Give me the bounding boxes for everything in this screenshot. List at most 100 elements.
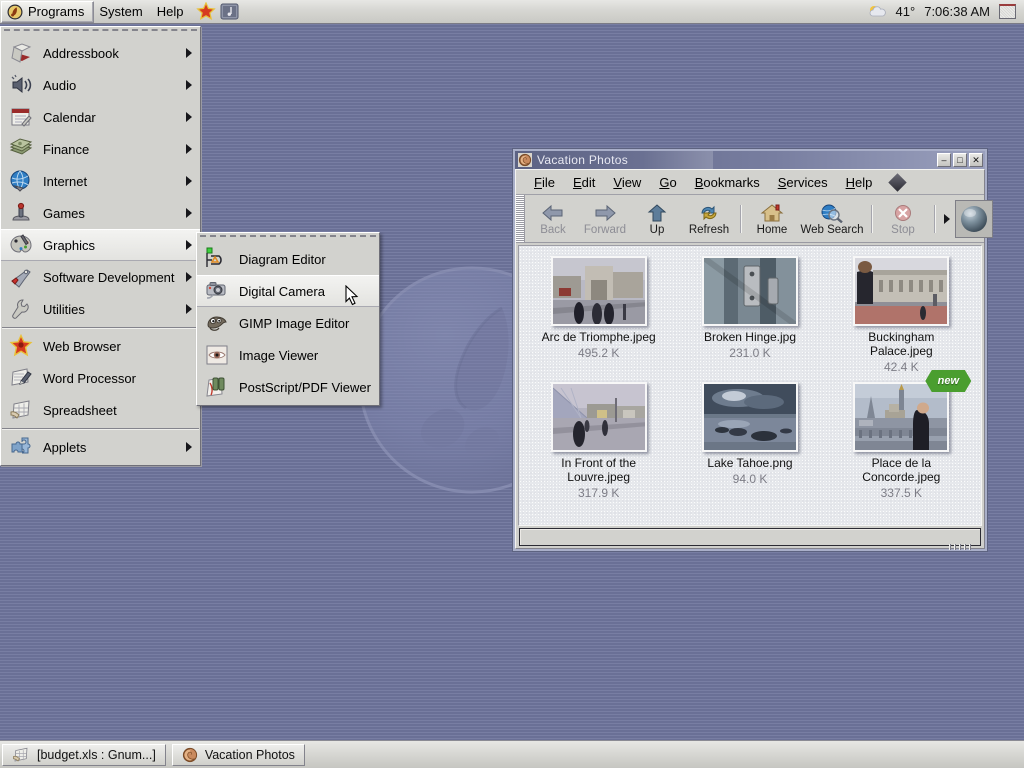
menubar-item-help[interactable]: Help [837, 173, 882, 192]
file-manager-window[interactable]: Vacation Photos – □ ✕ FFileile Edit View… [512, 148, 988, 552]
file-name: Lake Tahoe.png [707, 456, 792, 470]
menu-separator [2, 327, 199, 328]
submenu-arrow-icon [186, 304, 192, 314]
nautilus-logo-button[interactable] [955, 200, 993, 238]
window-resize-grip[interactable] [949, 544, 973, 550]
submenu-item-label: Diagram Editor [239, 252, 375, 267]
menu-item-label: Addressbook [43, 46, 176, 61]
software-dev-icon [9, 265, 33, 289]
home-icon [760, 203, 784, 223]
thumbnail-broken-hinge [702, 256, 798, 326]
programs-main-menu[interactable]: Addressbook Audio Calendar Finance [0, 26, 201, 466]
window-titlebar[interactable]: Vacation Photos – □ ✕ [515, 151, 985, 169]
tasklist-applet-icon[interactable] [999, 4, 1016, 19]
menubar-item-services[interactable]: Services [769, 173, 837, 192]
toolbar-overflow-arrow-icon[interactable] [944, 214, 950, 224]
system-menu-button[interactable]: System [94, 1, 151, 23]
submenu-item-image-viewer[interactable]: Image Viewer [197, 339, 379, 371]
refresh-button[interactable]: Refresh [683, 201, 735, 236]
home-button[interactable]: Home [746, 201, 798, 236]
menu-item-label: Calendar [43, 110, 176, 125]
diagram-editor-icon [205, 247, 229, 271]
sound-monitor-icon[interactable] [220, 2, 239, 21]
menubar-item-bookmarks[interactable]: Bookmarks [686, 173, 769, 192]
digital-camera-icon [205, 279, 229, 303]
menu-item-audio[interactable]: Audio [1, 69, 200, 101]
nautilus-icon [182, 747, 198, 763]
programs-menu-button[interactable]: Programs [1, 1, 94, 23]
task-button-vacation-photos[interactable]: Vacation Photos [172, 744, 305, 766]
submenu-item-diagram-editor[interactable]: Diagram Editor [197, 243, 379, 275]
menubar-item-edit[interactable]: Edit [564, 173, 604, 192]
clock-label[interactable]: 7:06:38 AM [924, 4, 990, 19]
toolbar-drag-handle[interactable] [516, 195, 525, 242]
menu-item-internet[interactable]: Internet [1, 165, 200, 197]
file-item[interactable]: Arc de Triomphe.jpeg 495.2 K [523, 252, 674, 374]
submenu-arrow-icon [186, 240, 192, 250]
menubar-item-file[interactable]: FFileile [525, 173, 564, 192]
close-button[interactable]: ✕ [969, 153, 983, 167]
menu-item-games[interactable]: Games [1, 197, 200, 229]
addressbook-icon [9, 41, 33, 65]
thumbnail-wrapper: new [853, 382, 949, 452]
submenu-item-postscript-viewer[interactable]: PostScript/PDF Viewer [197, 371, 379, 403]
toolbar[interactable]: Back Forward Up [516, 195, 984, 243]
menu-item-finance[interactable]: Finance [1, 133, 200, 165]
submenu-arrow-icon [186, 208, 192, 218]
menu-item-label: Word Processor [43, 371, 196, 386]
up-button[interactable]: Up [631, 201, 683, 236]
menu-item-spreadsheet[interactable]: Spreadsheet [1, 394, 200, 426]
submenu-item-gimp[interactable]: GIMP Image Editor [197, 307, 379, 339]
menubar-item-go[interactable]: Go [650, 173, 685, 192]
postscript-viewer-icon [205, 375, 229, 399]
task-button-budget-xls[interactable]: [budget.xls : Gnum...] [2, 744, 166, 766]
menu-item-label: Utilities [43, 302, 176, 317]
menu-item-calendar[interactable]: Calendar [1, 101, 200, 133]
menu-item-software-development[interactable]: Software Development [1, 261, 200, 293]
stop-icon [892, 203, 914, 223]
finance-icon [9, 137, 33, 161]
graphics-submenu[interactable]: Diagram Editor Digital Camera GIMP Image… [196, 232, 380, 406]
task-label: Vacation Photos [205, 748, 295, 762]
window-controls[interactable]: – □ ✕ [937, 153, 985, 167]
file-icon-grid: Arc de Triomphe.jpeg 495.2 K [519, 246, 981, 500]
file-item[interactable]: new Place de la Concorde.jpeg 337.5 K [826, 378, 977, 500]
menubar-item-view[interactable]: View [604, 173, 650, 192]
file-size: 94.0 K [733, 472, 768, 486]
stop-button[interactable]: Stop [877, 201, 929, 236]
toolbar-label: Up [650, 224, 665, 236]
thumbnail-wrapper [702, 256, 798, 326]
thumbnail-louvre [551, 382, 647, 452]
back-button[interactable]: Back [527, 201, 579, 236]
help-menu-button[interactable]: Help [152, 1, 193, 23]
menubar[interactable]: FFileile Edit View Go Bookmarks Services… [516, 170, 984, 195]
menu-item-addressbook[interactable]: Addressbook [1, 37, 200, 69]
web-search-button[interactable]: Web Search [798, 201, 866, 236]
throbber-diamond-icon[interactable] [889, 173, 907, 191]
maximize-button[interactable]: □ [953, 153, 967, 167]
thumbnail-wrapper [551, 382, 647, 452]
menu-item-utilities[interactable]: Utilities [1, 293, 200, 325]
file-item[interactable]: Broken Hinge.jpg 231.0 K [674, 252, 825, 374]
file-item[interactable]: In Front of the Louvre.jpeg 317.9 K [523, 378, 674, 500]
submenu-item-digital-camera[interactable]: Digital Camera [197, 275, 379, 307]
star-icon[interactable] [196, 2, 216, 22]
refresh-icon [698, 203, 720, 223]
file-item[interactable]: Lake Tahoe.png 94.0 K [674, 378, 825, 500]
menu-item-web-browser[interactable]: Web Browser [1, 330, 200, 362]
nautilus-logo-button-icon [959, 204, 989, 234]
menu-item-graphics[interactable]: Graphics [1, 229, 200, 261]
menu-item-label: Internet [43, 174, 176, 189]
forward-button[interactable]: Forward [579, 201, 631, 236]
submenu-tearoff-handle[interactable] [200, 235, 376, 241]
menu-item-applets[interactable]: Applets [1, 431, 200, 463]
menu-tearoff-handle[interactable] [4, 29, 197, 35]
file-item[interactable]: Buckingham Palace.jpeg 42.4 K [826, 252, 977, 374]
panel-status-area: 41° 7:06:38 AM [868, 4, 1024, 20]
icon-view-content[interactable]: Arc de Triomphe.jpeg 495.2 K [518, 245, 982, 526]
status-bar [519, 528, 981, 546]
sun-cloud-icon [868, 4, 887, 20]
minimize-button[interactable]: – [937, 153, 951, 167]
menu-item-word-processor[interactable]: Word Processor [1, 362, 200, 394]
utilities-icon [9, 297, 33, 321]
